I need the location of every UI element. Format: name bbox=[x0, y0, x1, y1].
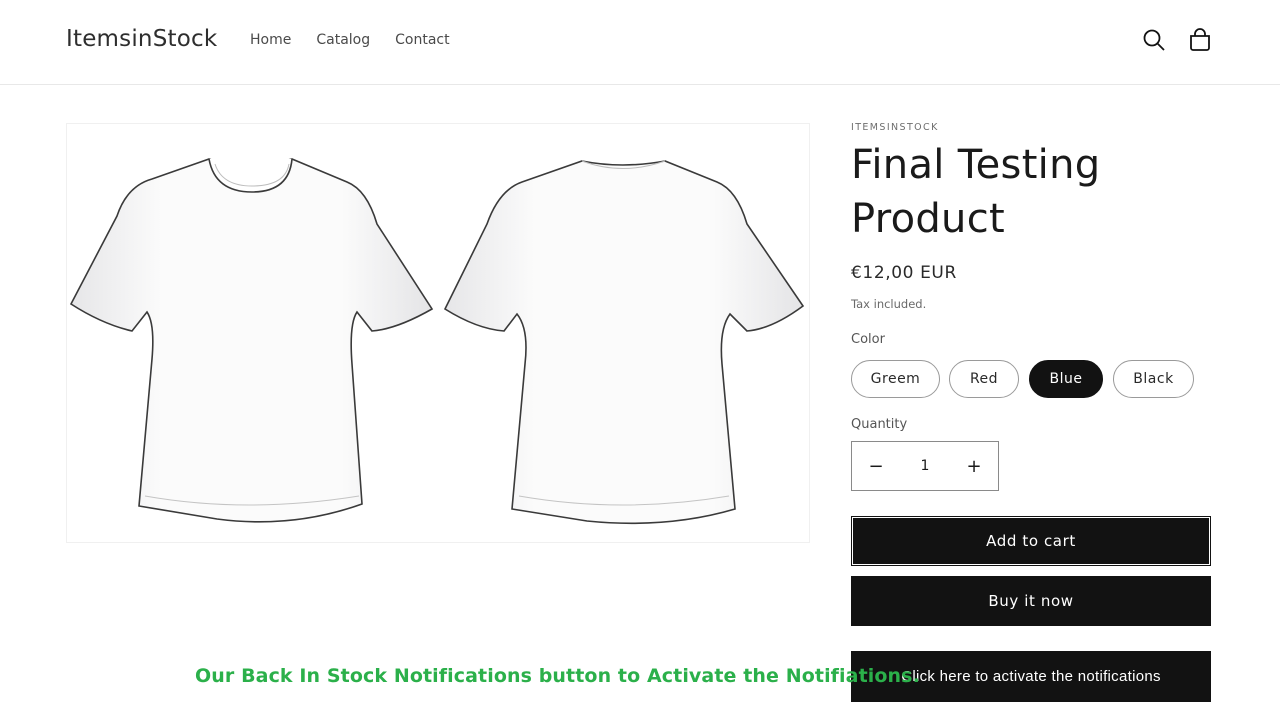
product-title: Final Testing Product bbox=[851, 142, 1101, 242]
product-price: €12,00 EUR bbox=[851, 263, 957, 283]
nav-link-home[interactable]: Home bbox=[250, 32, 291, 48]
tshirt-front-back-image bbox=[69, 158, 805, 525]
increase-quantity-button[interactable]: + bbox=[950, 442, 998, 490]
color-option-greem[interactable]: Greem bbox=[851, 360, 940, 398]
color-option-blue[interactable]: Blue bbox=[1029, 360, 1103, 398]
notifications-caption: Our Back In Stock Notifications button t… bbox=[195, 665, 920, 687]
buy-it-now-button[interactable]: Buy it now bbox=[851, 576, 1211, 626]
color-label: Color bbox=[851, 332, 885, 347]
product-image[interactable] bbox=[66, 123, 810, 543]
decrease-quantity-button[interactable]: − bbox=[852, 442, 900, 490]
main-nav: Home Catalog Contact bbox=[250, 32, 450, 48]
nav-link-catalog[interactable]: Catalog bbox=[316, 32, 370, 48]
add-to-cart-button[interactable]: Add to cart bbox=[851, 516, 1211, 566]
search-icon[interactable] bbox=[1142, 28, 1166, 52]
product-vendor: ITEMSINSTOCK bbox=[851, 122, 939, 133]
tax-note: Tax included. bbox=[851, 297, 927, 311]
nav-link-contact[interactable]: Contact bbox=[395, 32, 449, 48]
quantity-label: Quantity bbox=[851, 417, 908, 432]
color-option-black[interactable]: Black bbox=[1113, 360, 1194, 398]
cart-icon[interactable] bbox=[1188, 28, 1212, 52]
color-option-red[interactable]: Red bbox=[949, 360, 1019, 398]
store-logo[interactable]: ItemsinStock bbox=[66, 26, 217, 52]
quantity-input[interactable] bbox=[900, 442, 950, 490]
tshirt-back-icon bbox=[443, 160, 805, 525]
site-header: ItemsinStock Home Catalog Contact bbox=[0, 0, 1280, 85]
quantity-stepper: − + bbox=[851, 441, 999, 491]
tshirt-front-icon bbox=[69, 158, 434, 523]
